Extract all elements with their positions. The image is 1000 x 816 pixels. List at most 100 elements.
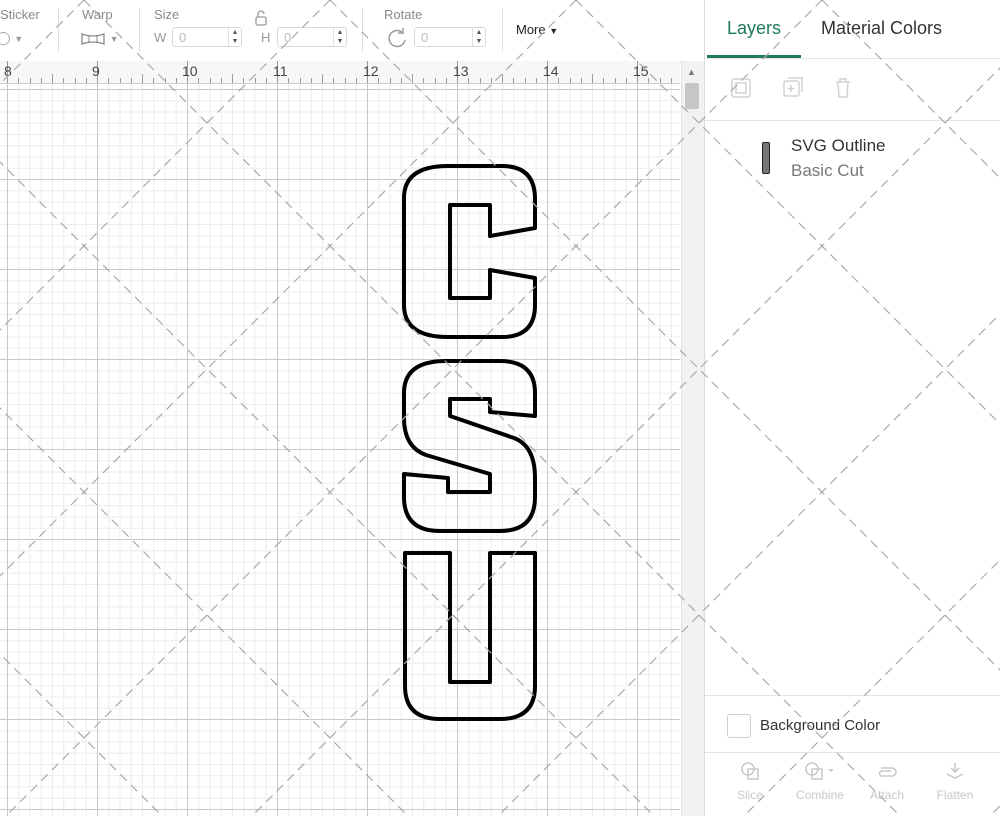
ruler-tick — [175, 78, 177, 83]
ruler-number: 8 — [4, 63, 12, 79]
sticker-group: Sticker ◯ ▼ — [0, 0, 58, 61]
height-value: 0 — [284, 30, 292, 45]
ruler-tick — [18, 78, 20, 83]
background-color-label: Background Color — [760, 717, 881, 734]
layers-panel: Layers Material Colors SVG Outline Basic… — [704, 0, 1000, 816]
ruler-tick — [108, 78, 110, 83]
ruler-tick — [389, 78, 391, 83]
width-input[interactable]: 0 ▲ ▼ — [172, 27, 242, 47]
height-stepper[interactable]: ▲ ▼ — [333, 28, 346, 46]
ruler-tick — [670, 78, 672, 83]
bottom-tools-divider — [705, 752, 1000, 753]
edit-toolbar: Sticker ◯ ▼ Warp ▼ Size W 0 ▲ ▼ H 0 ▲ ▼ … — [0, 0, 703, 62]
rotate-input[interactable]: 0 ▲ ▼ — [414, 27, 486, 47]
ruler-tick — [535, 78, 537, 83]
ruler-number: 11 — [273, 63, 288, 79]
rotate-value: 0 — [421, 30, 429, 45]
ruler-tick — [423, 78, 425, 83]
ruler-tick — [344, 78, 346, 83]
ruler-tick — [254, 78, 256, 83]
layer-operation[interactable]: Basic Cut — [791, 161, 864, 181]
attach-label: Attach — [869, 788, 905, 802]
ruler-tick — [153, 78, 155, 83]
ruler-tick — [198, 78, 200, 83]
sticker-label: Sticker — [0, 7, 40, 22]
ruler-tick — [614, 78, 616, 83]
width-value: 0 — [179, 30, 187, 45]
tabs-divider — [705, 58, 1000, 59]
toolbar-divider — [362, 8, 363, 52]
ruler-tick — [63, 78, 65, 83]
ruler-tick — [355, 78, 357, 83]
flatten-button[interactable]: Flatten — [920, 760, 990, 802]
ruler-number: 15 — [633, 63, 649, 79]
duplicate-icon[interactable] — [781, 76, 805, 100]
ruler-tick — [625, 78, 627, 83]
scroll-up-icon[interactable]: ▲ — [687, 67, 696, 77]
ruler-number: 14 — [543, 63, 559, 79]
more-button[interactable]: More ▼ — [516, 22, 558, 37]
slice-label: Slice — [736, 788, 763, 802]
ruler-tick — [592, 74, 593, 83]
horizontal-ruler: 8 9 10 11 12 13 14 15 — [0, 61, 680, 84]
ruler-tick — [164, 78, 166, 83]
ruler-tick — [513, 78, 515, 83]
ruler-tick — [434, 78, 436, 83]
ruler-tick — [74, 78, 76, 83]
ruler-tick — [524, 78, 526, 83]
tab-layers[interactable]: Layers — [727, 18, 781, 39]
ruler-tick — [299, 78, 301, 83]
letter-s-outline — [402, 359, 537, 533]
lock-ratio-icon[interactable] — [253, 9, 269, 32]
size-label: Size — [154, 7, 180, 22]
background-color-swatch[interactable] — [727, 714, 751, 738]
width-prefix: W — [154, 30, 167, 45]
combine-icon — [785, 760, 855, 788]
chevron-down-icon: ▼ — [14, 34, 24, 44]
ruler-tick — [310, 78, 312, 83]
caret-down-icon: ▼ — [549, 26, 559, 36]
toolbar-divider — [502, 8, 503, 52]
warp-label: Warp — [82, 7, 113, 22]
ruler-tick — [603, 78, 605, 83]
ruler-tick — [142, 74, 143, 83]
ruler-tick — [243, 78, 245, 83]
trash-icon[interactable] — [831, 76, 855, 100]
rotate-stepper[interactable]: ▲ ▼ — [472, 28, 485, 46]
ruler-tick — [85, 78, 87, 83]
layer-item[interactable]: SVG Outline Basic Cut — [705, 128, 1000, 188]
design-canvas[interactable] — [0, 84, 680, 816]
layer-name: SVG Outline — [791, 136, 886, 155]
layer-thumbnail — [762, 142, 770, 174]
vertical-scrollbar[interactable]: ▲ — [681, 61, 704, 816]
attach-button[interactable]: Attach — [852, 760, 922, 802]
ruler-tick — [29, 78, 31, 83]
toolbar-divider — [58, 8, 59, 52]
ruler-number: 12 — [363, 63, 379, 79]
letter-u-outline — [403, 551, 537, 721]
scroll-thumb[interactable] — [685, 83, 699, 109]
tab-material-colors[interactable]: Material Colors — [821, 18, 942, 39]
rotate-group: Rotate 0 ▲ ▼ — [364, 0, 494, 61]
toolbar-divider — [139, 8, 140, 52]
size-group: Size W 0 ▲ ▼ H 0 ▲ ▼ — [141, 0, 361, 61]
flatten-label: Flatten — [936, 788, 974, 802]
sticker-dropdown[interactable]: ◯ ▼ — [0, 30, 23, 46]
ruler-tick — [569, 78, 571, 83]
csu-outline-design[interactable] — [0, 84, 680, 816]
ruler-number: 9 — [92, 63, 100, 79]
height-input[interactable]: 0 ▲ ▼ — [277, 27, 347, 47]
warp-dropdown[interactable]: ▼ — [80, 30, 119, 47]
ruler-tick — [400, 78, 402, 83]
rotate-label: Rotate — [384, 7, 423, 22]
combine-button[interactable]: Combine — [785, 760, 855, 802]
group-icon[interactable] — [729, 76, 753, 100]
ruler-tick — [333, 78, 335, 83]
letter-c-outline — [402, 164, 537, 339]
warp-icon — [81, 32, 105, 45]
sticker-icon: ◯ — [0, 30, 11, 45]
chevron-down-icon: ▼ — [109, 34, 119, 44]
slice-button[interactable]: Slice — [715, 760, 785, 802]
flatten-icon — [920, 760, 990, 788]
width-stepper[interactable]: ▲ ▼ — [228, 28, 241, 46]
